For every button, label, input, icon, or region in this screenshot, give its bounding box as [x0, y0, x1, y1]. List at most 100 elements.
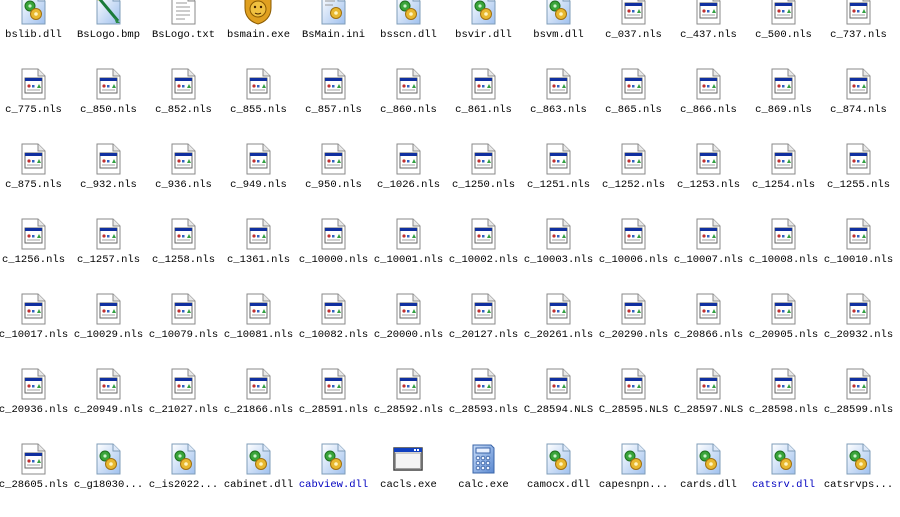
file-item[interactable]: c_932.nls	[71, 142, 146, 217]
nls-file-icon	[21, 143, 46, 175]
file-item[interactable]: c_1254.nls	[746, 142, 821, 217]
file-item[interactable]: bsvir.dll	[446, 0, 521, 67]
file-item[interactable]: c_037.nls	[596, 0, 671, 67]
file-item[interactable]: catsrv.dll	[746, 442, 821, 517]
file-item[interactable]: c_1258.nls	[146, 217, 221, 292]
nls-file-icon	[321, 293, 346, 325]
file-name-label: c_737.nls	[830, 29, 887, 41]
dll-file-icon	[96, 443, 121, 475]
file-item[interactable]: c_1255.nls	[821, 142, 896, 217]
console-app-icon	[393, 447, 423, 471]
file-item[interactable]: c_10081.nls	[221, 292, 296, 367]
file-item[interactable]: c_855.nls	[221, 67, 296, 142]
file-item[interactable]: c_28591.nls	[296, 367, 371, 442]
nls-file-icon	[96, 218, 121, 250]
file-item[interactable]: c_10003.nls	[521, 217, 596, 292]
dll-file-icon	[621, 443, 646, 475]
file-item[interactable]: c_1257.nls	[71, 217, 146, 292]
file-item[interactable]: c_10008.nls	[746, 217, 821, 292]
dll-file-icon	[396, 0, 421, 25]
nls-file-icon	[546, 293, 571, 325]
file-item[interactable]: bsscn.dll	[371, 0, 446, 67]
file-item[interactable]: c_21866.nls	[221, 367, 296, 442]
file-item[interactable]: c_1026.nls	[371, 142, 446, 217]
file-item[interactable]: c_28598.nls	[746, 367, 821, 442]
file-item[interactable]: c_20932.nls	[821, 292, 896, 367]
file-item[interactable]: c_949.nls	[221, 142, 296, 217]
file-item[interactable]: cabinet.dll	[221, 442, 296, 517]
file-item[interactable]: cards.dll	[671, 442, 746, 517]
nls-file-icon	[396, 368, 421, 400]
file-item[interactable]: c_1251.nls	[521, 142, 596, 217]
file-item[interactable]: c_860.nls	[371, 67, 446, 142]
nls-file-icon	[546, 218, 571, 250]
file-item[interactable]: c_20000.nls	[371, 292, 446, 367]
file-item[interactable]: capesnpn...	[596, 442, 671, 517]
file-item[interactable]: C_28594.NLS	[521, 367, 596, 442]
file-item[interactable]: c_857.nls	[296, 67, 371, 142]
file-item[interactable]: c_1252.nls	[596, 142, 671, 217]
file-item[interactable]: BsLogo.bmp	[71, 0, 146, 67]
file-item[interactable]: c_10002.nls	[446, 217, 521, 292]
file-item[interactable]: c_10079.nls	[146, 292, 221, 367]
file-item[interactable]: catsrvps...	[821, 442, 896, 517]
file-item[interactable]: C_28595.NLS	[596, 367, 671, 442]
file-item[interactable]: camocx.dll	[521, 442, 596, 517]
file-item[interactable]: calc.exe	[446, 442, 521, 517]
file-item[interactable]: c_1361.nls	[221, 217, 296, 292]
nls-file-icon	[246, 293, 271, 325]
file-item[interactable]: bsmain.exe	[221, 0, 296, 67]
file-item[interactable]: c_20905.nls	[746, 292, 821, 367]
file-item[interactable]: cabview.dll	[296, 442, 371, 517]
file-item[interactable]: c_28593.nls	[446, 367, 521, 442]
file-item[interactable]: cacls.exe	[371, 442, 446, 517]
file-item[interactable]: c_1250.nls	[446, 142, 521, 217]
file-item[interactable]: c_10082.nls	[296, 292, 371, 367]
file-item[interactable]: BsLogo.txt	[146, 0, 221, 67]
file-item[interactable]: c_10006.nls	[596, 217, 671, 292]
file-item[interactable]: c_850.nls	[71, 67, 146, 142]
file-item[interactable]: c_865.nls	[596, 67, 671, 142]
file-item[interactable]: c_10001.nls	[371, 217, 446, 292]
dll-file-icon	[696, 443, 721, 475]
nls-file-icon	[621, 218, 646, 250]
file-item[interactable]: c_is2022...	[146, 442, 221, 517]
file-item[interactable]: c_874.nls	[821, 67, 896, 142]
file-item[interactable]: c_869.nls	[746, 67, 821, 142]
file-item[interactable]: c_500.nls	[746, 0, 821, 67]
file-item[interactable]: C_28597.NLS	[671, 367, 746, 442]
file-item[interactable]: c_852.nls	[146, 67, 221, 142]
file-item[interactable]: c_28599.nls	[821, 367, 896, 442]
file-item[interactable]: c_863.nls	[521, 67, 596, 142]
file-item[interactable]: c_20127.nls	[446, 292, 521, 367]
file-item[interactable]: c_737.nls	[821, 0, 896, 67]
file-item[interactable]: c_1253.nls	[671, 142, 746, 217]
file-item[interactable]: c_950.nls	[296, 142, 371, 217]
file-item[interactable]: c_10029.nls	[71, 292, 146, 367]
file-item[interactable]: c_20261.nls	[521, 292, 596, 367]
nls-file-icon	[396, 143, 421, 175]
file-item[interactable]: c_861.nls	[446, 67, 521, 142]
file-item[interactable]: c_20949.nls	[71, 367, 146, 442]
file-item[interactable]: c_20866.nls	[671, 292, 746, 367]
nls-file-icon	[471, 368, 496, 400]
file-item[interactable]: c_g18030...	[71, 442, 146, 517]
dll-file-icon	[321, 443, 346, 475]
nls-file-icon	[621, 143, 646, 175]
file-item[interactable]: bsvm.dll	[521, 0, 596, 67]
file-item[interactable]: c_20290.nls	[596, 292, 671, 367]
file-item[interactable]: c_866.nls	[671, 67, 746, 142]
file-item[interactable]: BsMain.ini	[296, 0, 371, 67]
file-item[interactable]: c_28592.nls	[371, 367, 446, 442]
file-item[interactable]: c_21027.nls	[146, 367, 221, 442]
nls-file-icon	[846, 143, 871, 175]
file-item[interactable]: c_10000.nls	[296, 217, 371, 292]
file-item[interactable]: c_10007.nls	[671, 217, 746, 292]
dll-file-icon	[246, 443, 271, 475]
file-item[interactable]: c_936.nls	[146, 142, 221, 217]
file-item[interactable]: c_437.nls	[671, 0, 746, 67]
nls-file-icon	[396, 293, 421, 325]
nls-file-icon	[846, 218, 871, 250]
nls-file-icon	[396, 218, 421, 250]
file-item[interactable]: c_10010.nls	[821, 217, 896, 292]
